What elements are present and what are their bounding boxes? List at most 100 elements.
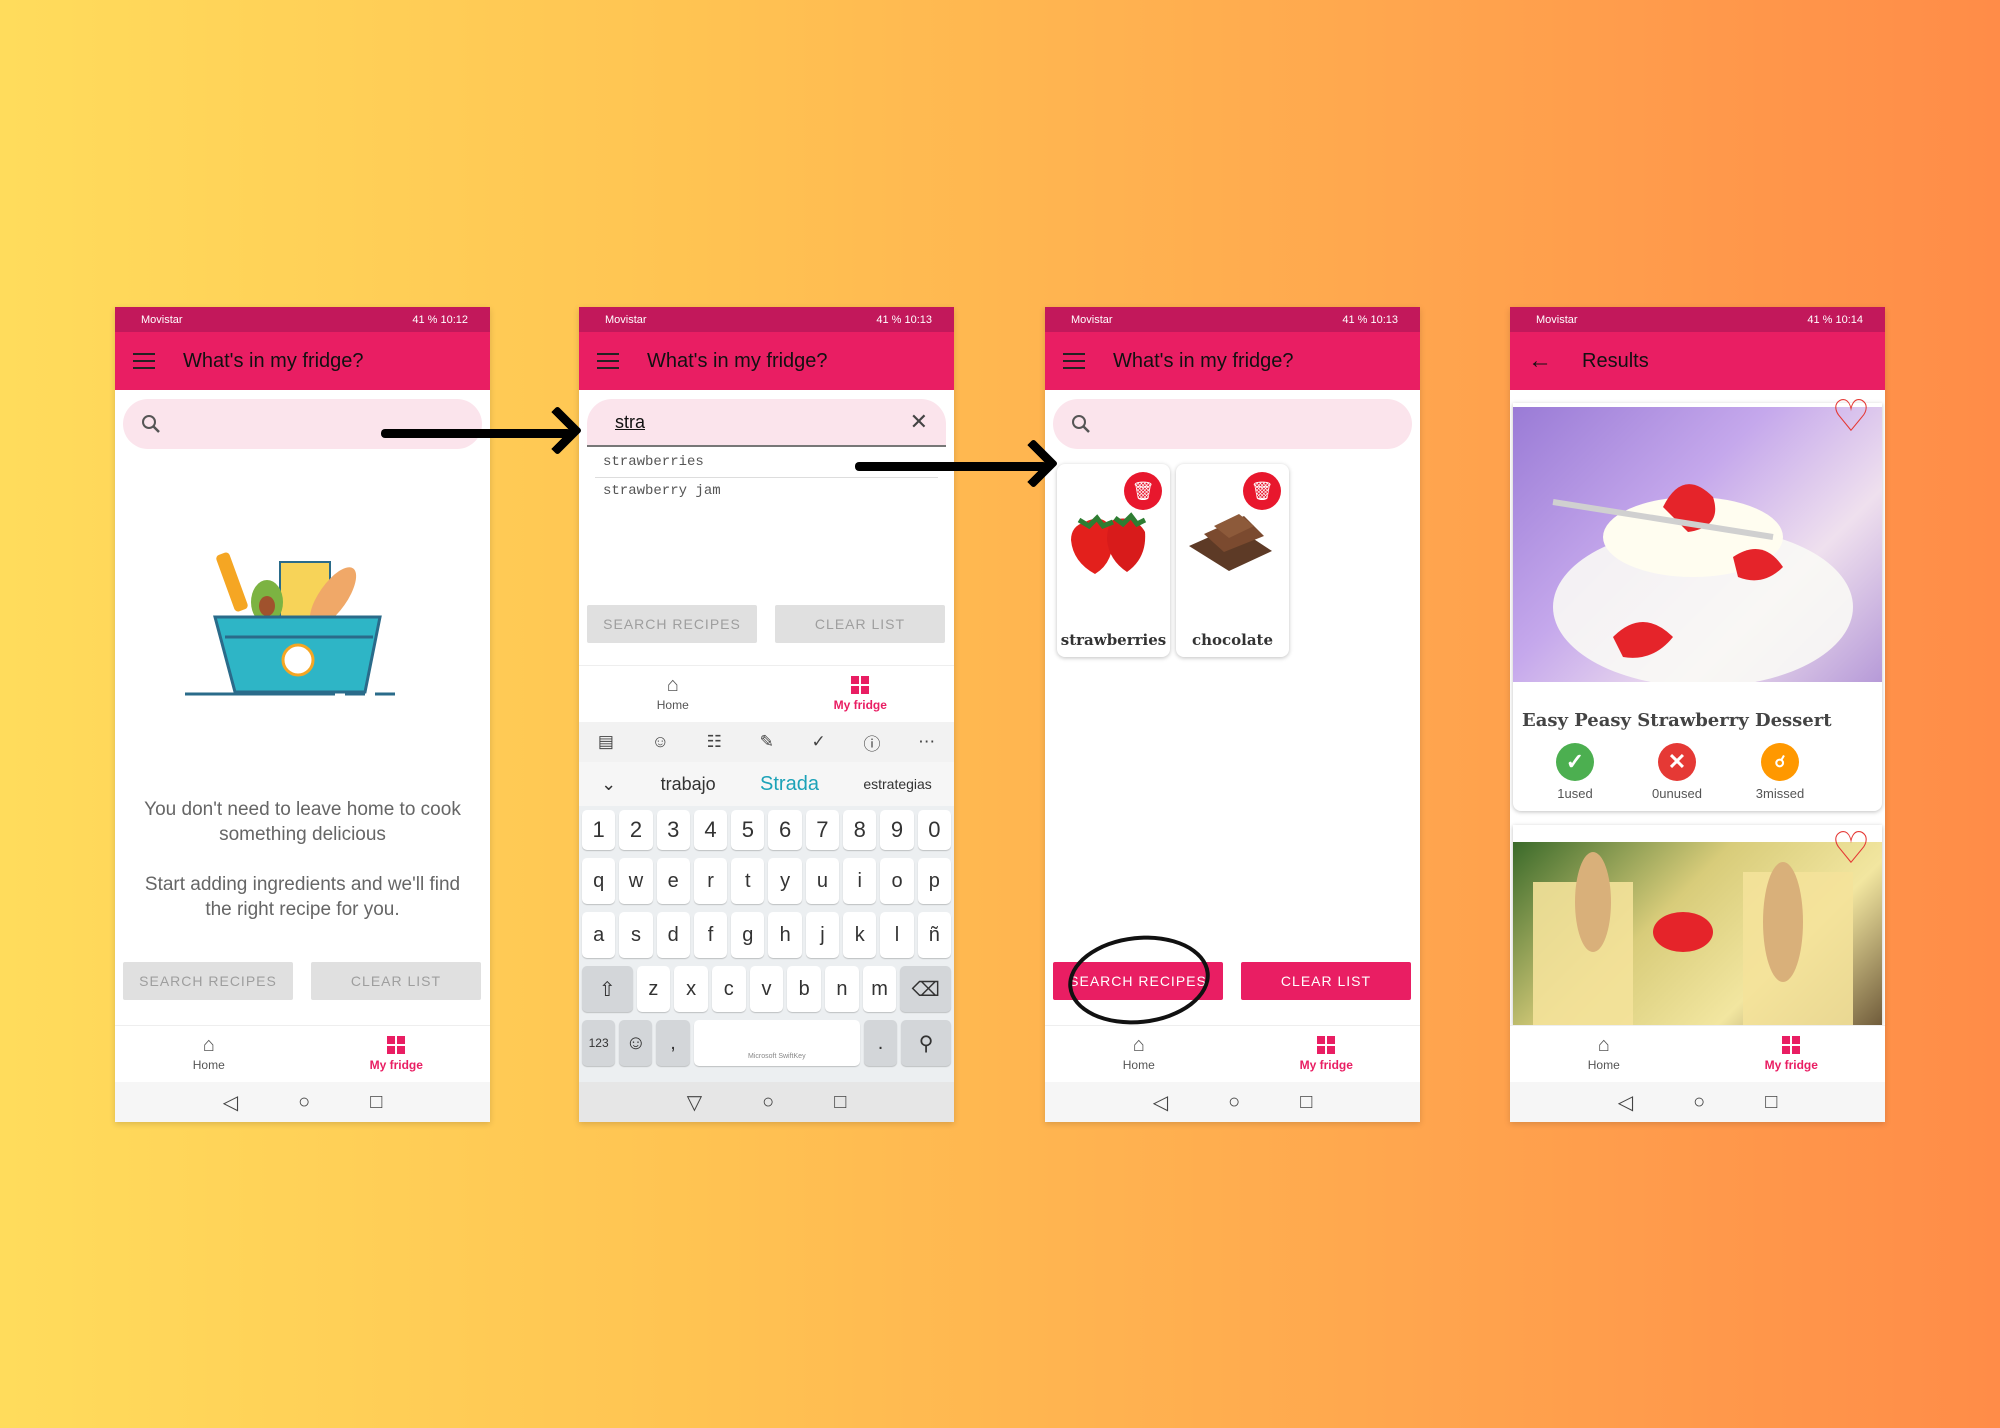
key[interactable]: e <box>656 858 690 904</box>
search-input[interactable] <box>1053 399 1412 449</box>
recents-square-icon[interactable]: □ <box>1300 1091 1312 1114</box>
nav-home[interactable]: ⌂ Home <box>579 666 767 721</box>
nav-home[interactable]: ⌂ Home <box>115 1026 303 1081</box>
sticker-icon[interactable]: ☺ <box>652 732 669 752</box>
keyboard-suggestions: ⌄ trabajo Strada estrategias <box>579 762 954 806</box>
clear-list-button[interactable]: CLEAR LIST <box>775 605 945 643</box>
search-recipes-button[interactable]: SEARCH RECIPES <box>587 605 757 643</box>
comma-key[interactable]: , <box>656 1020 690 1066</box>
keyboard-suggestion[interactable]: Strada <box>760 773 819 796</box>
key[interactable]: w <box>619 858 653 904</box>
key[interactable]: 0 <box>917 810 951 850</box>
delete-icon[interactable]: 🗑 <box>1124 472 1162 510</box>
search-input[interactable] <box>123 399 482 449</box>
ingredient-card[interactable]: 🗑 strawberries <box>1057 464 1170 657</box>
home-circle-icon[interactable]: ○ <box>762 1091 774 1114</box>
recents-square-icon[interactable]: □ <box>834 1091 846 1114</box>
back-arrow-icon[interactable]: ← <box>1528 349 1552 373</box>
clear-search-icon[interactable]: ✕ <box>910 409 928 435</box>
collapse-icon[interactable]: ⌄ <box>601 774 616 795</box>
key[interactable]: 1 <box>582 810 616 850</box>
keyboard-suggestion[interactable]: estrategias <box>863 776 931 792</box>
key[interactable]: j <box>805 912 840 958</box>
shift-key-icon[interactable]: ⇧ <box>582 966 633 1012</box>
suggestion-item[interactable]: strawberry jam <box>595 479 938 503</box>
phone-screen-search-typing: Movistar 41 % 10:13 What's in my fridge?… <box>579 307 954 1122</box>
search-key-icon[interactable]: ⚲ <box>901 1020 951 1066</box>
clear-list-button[interactable]: CLEAR LIST <box>311 962 481 1000</box>
more-icon[interactable]: ⋯ <box>918 732 935 752</box>
keyboard-suggestion[interactable]: trabajo <box>661 774 716 795</box>
numbers-key[interactable]: 123 <box>582 1020 616 1066</box>
key[interactable]: 4 <box>693 810 728 850</box>
key[interactable]: c <box>711 966 746 1012</box>
key[interactable]: q <box>582 858 616 904</box>
key[interactable]: 9 <box>880 810 914 850</box>
ingredient-card[interactable]: 🗑 chocolate <box>1176 464 1289 657</box>
backspace-key-icon[interactable]: ⌫ <box>900 966 952 1012</box>
key[interactable]: n <box>825 966 859 1012</box>
key[interactable]: d <box>656 912 690 958</box>
key[interactable]: m <box>862 966 897 1012</box>
key[interactable]: z <box>636 966 671 1012</box>
recents-square-icon[interactable]: □ <box>370 1091 382 1114</box>
key[interactable]: r <box>693 858 728 904</box>
clipboard-icon[interactable]: ☷ <box>707 732 722 752</box>
period-key[interactable]: . <box>863 1020 898 1066</box>
key[interactable]: b <box>787 966 822 1012</box>
back-triangle-icon[interactable]: ◁ <box>223 1090 238 1115</box>
key[interactable]: a <box>582 912 616 958</box>
key[interactable]: 8 <box>843 810 877 850</box>
nav-my-fridge[interactable]: My fridge <box>1698 1026 1886 1081</box>
key[interactable]: p <box>917 858 951 904</box>
menu-icon[interactable] <box>133 353 155 369</box>
key[interactable]: t <box>731 858 765 904</box>
nav-home[interactable]: ⌂ Home <box>1045 1026 1233 1081</box>
search-icon <box>1072 415 1090 433</box>
key[interactable]: s <box>619 912 653 958</box>
clear-list-button[interactable]: CLEAR LIST <box>1241 962 1411 1000</box>
key[interactable]: 3 <box>656 810 690 850</box>
nav-my-fridge[interactable]: My fridge <box>1233 1026 1421 1081</box>
nav-my-fridge[interactable]: My fridge <box>303 1026 491 1081</box>
home-circle-icon[interactable]: ○ <box>298 1091 310 1114</box>
space-key[interactable]: Microsoft SwiftKey <box>693 1020 860 1066</box>
key[interactable]: 5 <box>731 810 765 850</box>
key[interactable]: 6 <box>768 810 802 850</box>
info-icon[interactable]: ⓘ <box>863 730 880 755</box>
key[interactable]: 7 <box>805 810 840 850</box>
key[interactable]: 2 <box>619 810 653 850</box>
key[interactable]: i <box>843 858 877 904</box>
favorite-heart-icon[interactable]: ♡ <box>1827 395 1875 439</box>
key[interactable]: y <box>768 858 802 904</box>
emoji-key-icon[interactable]: ☺ <box>619 1020 653 1066</box>
key[interactable]: v <box>749 966 784 1012</box>
translate-icon[interactable]: ✎ <box>760 732 774 752</box>
key[interactable]: l <box>880 912 914 958</box>
nav-home[interactable]: ⌂ Home <box>1510 1026 1698 1081</box>
home-circle-icon[interactable]: ○ <box>1693 1091 1705 1114</box>
key[interactable]: k <box>843 912 877 958</box>
key[interactable]: o <box>880 858 914 904</box>
key[interactable]: h <box>768 912 802 958</box>
gif-icon[interactable]: ▤ <box>598 732 614 752</box>
back-triangle-icon[interactable]: ◁ <box>1618 1090 1633 1115</box>
recents-square-icon[interactable]: □ <box>1765 1091 1777 1114</box>
key[interactable]: u <box>805 858 840 904</box>
menu-icon[interactable] <box>1063 353 1085 369</box>
check-icon[interactable]: ✓ <box>812 732 826 752</box>
key[interactable]: g <box>731 912 765 958</box>
key[interactable]: ñ <box>917 912 951 958</box>
key[interactable]: x <box>674 966 708 1012</box>
search-input[interactable]: stra ✕ <box>587 399 946 447</box>
back-triangle-icon[interactable]: ◁ <box>1153 1090 1168 1115</box>
key[interactable]: f <box>693 912 728 958</box>
favorite-heart-icon[interactable]: ♡ <box>1827 827 1875 871</box>
delete-icon[interactable]: 🗑 <box>1243 472 1281 510</box>
home-circle-icon[interactable]: ○ <box>1228 1091 1240 1114</box>
menu-icon[interactable] <box>597 353 619 369</box>
number-row: 1 2 3 4 5 6 7 8 9 0 <box>579 806 954 854</box>
back-triangle-icon[interactable]: ▽ <box>687 1090 702 1115</box>
nav-my-fridge[interactable]: My fridge <box>767 666 955 721</box>
search-recipes-button[interactable]: SEARCH RECIPES <box>123 962 293 1000</box>
